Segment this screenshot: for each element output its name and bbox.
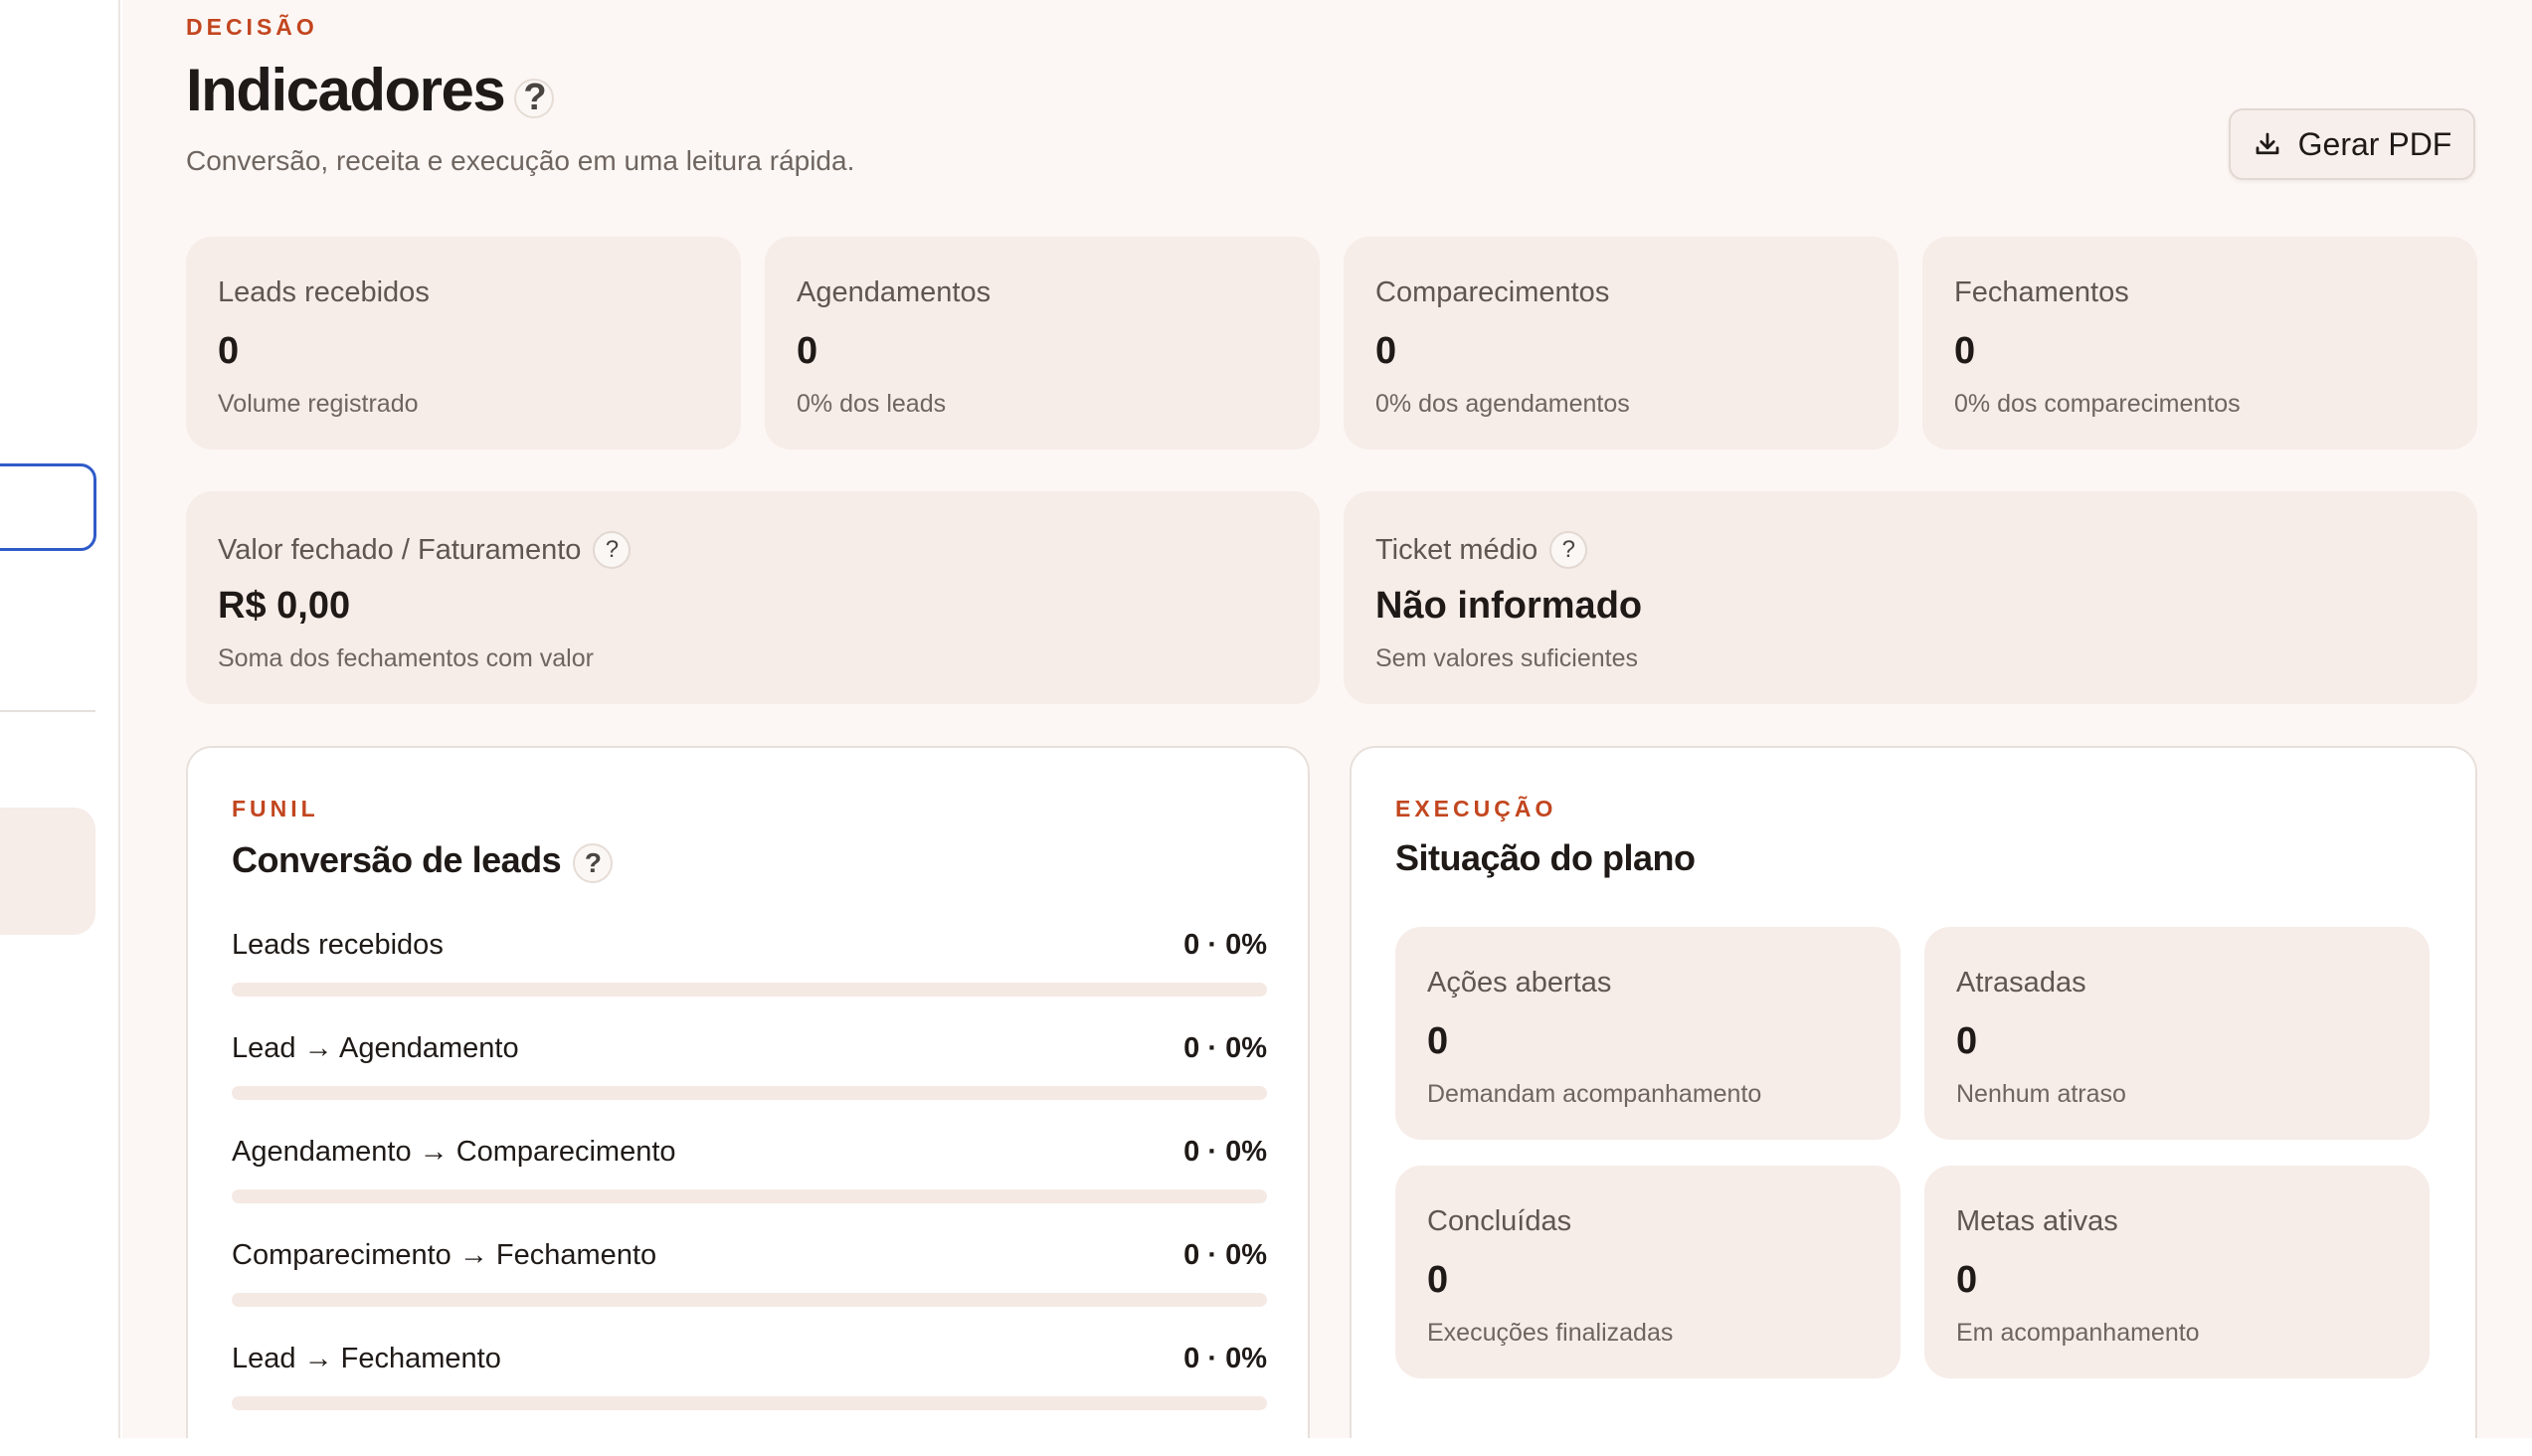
funnel-progress-bar [232,1396,1267,1410]
funnel-eyebrow: FUNIL [232,796,319,821]
main-content: DECISÃO Indicadores ? Conversão, receita… [122,0,2532,1438]
execution-card-label: Concluídas [1427,1205,1572,1237]
execution-card-label: Metas ativas [1956,1205,2118,1237]
help-icon[interactable]: ? [593,531,632,569]
kpi-value: 0 [797,330,818,372]
ticket-label: Ticket médio [1375,533,1538,566]
sidebar [0,0,120,1438]
help-icon[interactable]: ? [1549,531,1588,569]
funnel-progress-bar [232,983,1267,997]
kpi-label: Fechamentos [1954,276,2129,308]
funnel-title: Conversão de leads ? [232,837,614,883]
execution-card-note: Execuções finalizadas [1427,1319,1674,1347]
revenue-value: R$ 0,00 [218,585,351,627]
execution-card-done: Concluídas 0 Execuções finalizadas [1395,1166,1900,1378]
revenue-note: Soma dos fechamentos com valor [218,644,594,672]
execution-card-open-actions: Ações abertas 0 Demandam acompanhamento [1395,927,1900,1140]
page-subtitle: Conversão, receita e execução em uma lei… [186,145,855,176]
funnel-row-label: Lead → Agendamento [232,1032,519,1064]
sidebar-card[interactable] [0,808,95,935]
generate-pdf-button[interactable]: Gerar PDF [2229,108,2475,180]
revenue-label: Valor fechado / Faturamento [218,533,582,566]
execution-card-value: 0 [1427,1020,1449,1062]
execution-panel: EXECUÇÃO Situação do plano Ações abertas… [1350,746,2477,1438]
funnel-title-text: Conversão de leads [232,839,562,880]
kpi-card-leads: Leads recebidos 0 Volume registrado [186,237,741,450]
funnel-row-value: 0 · 0% [1183,1239,1267,1271]
kpi-card-agendamentos: Agendamentos 0 0% dos leads [765,237,1320,450]
funnel-row-label: Lead → Fechamento [232,1343,501,1374]
execution-card-label: Ações abertas [1427,967,1612,999]
execution-card-note: Nenhum atraso [1956,1080,2126,1108]
funnel-panel: FUNIL Conversão de leads ? Leads recebid… [186,746,1310,1438]
execution-card-value: 0 [1956,1259,1978,1301]
page-title: Indicadores ? [186,56,555,124]
kpi-label: Leads recebidos [218,276,430,308]
kpi-card-fechamentos: Fechamentos 0 0% dos comparecimentos [1922,237,2477,450]
execution-card-note: Em acompanhamento [1956,1319,2200,1347]
sidebar-item-selected[interactable] [0,463,96,551]
kpi-note: 0% dos agendamentos [1375,390,1630,418]
revenue-card: Valor fechado / Faturamento ? R$ 0,00 So… [186,491,1320,704]
execution-card-label: Atrasadas [1956,967,2086,999]
ticket-label-row: Ticket médio ? [1375,531,1588,569]
funnel-row-label: Leads recebidos [232,929,444,961]
kpi-note: 0% dos leads [797,390,947,418]
page-title-text: Indicadores [186,57,506,123]
execution-title: Situação do plano [1395,837,1696,878]
execution-card-goals: Metas ativas 0 Em acompanhamento [1924,1166,2430,1378]
kpi-value: 0 [1375,330,1397,372]
execution-card-value: 0 [1427,1259,1449,1301]
kpi-note: 0% dos comparecimentos [1954,390,2241,418]
kpi-value: 0 [218,330,240,372]
execution-card-late: Atrasadas 0 Nenhum atraso [1924,927,2430,1140]
funnel-progress-bar [232,1086,1267,1100]
revenue-label-row: Valor fechado / Faturamento ? [218,531,632,569]
generate-pdf-label: Gerar PDF [2297,125,2452,162]
sidebar-divider [0,710,95,712]
funnel-row-value: 0 · 0% [1183,1136,1267,1168]
kpi-label: Comparecimentos [1375,276,1610,308]
funnel-row-value: 0 · 0% [1183,1032,1267,1064]
ticket-note: Sem valores suficientes [1375,644,1639,672]
download-icon [2256,132,2279,155]
funnel-row-label: Agendamento → Comparecimento [232,1136,676,1168]
execution-card-value: 0 [1956,1020,1978,1062]
kpi-note: Volume registrado [218,390,419,418]
help-icon[interactable]: ? [514,77,555,118]
funnel-row-value: 0 · 0% [1183,929,1267,961]
section-eyebrow: DECISÃO [186,14,318,40]
funnel-progress-bar [232,1293,1267,1307]
help-icon[interactable]: ? [573,843,614,883]
funnel-row-label: Comparecimento → Fechamento [232,1239,657,1271]
execution-card-note: Demandam acompanhamento [1427,1080,1762,1108]
funnel-row-value: 0 · 0% [1183,1343,1267,1374]
kpi-label: Agendamentos [797,276,992,308]
ticket-value: Não informado [1375,585,1643,627]
kpi-value: 0 [1954,330,1976,372]
execution-eyebrow: EXECUÇÃO [1395,796,1557,821]
kpi-card-comparecimentos: Comparecimentos 0 0% dos agendamentos [1344,237,1899,450]
ticket-card: Ticket médio ? Não informado Sem valores… [1344,491,2477,704]
funnel-progress-bar [232,1189,1267,1203]
